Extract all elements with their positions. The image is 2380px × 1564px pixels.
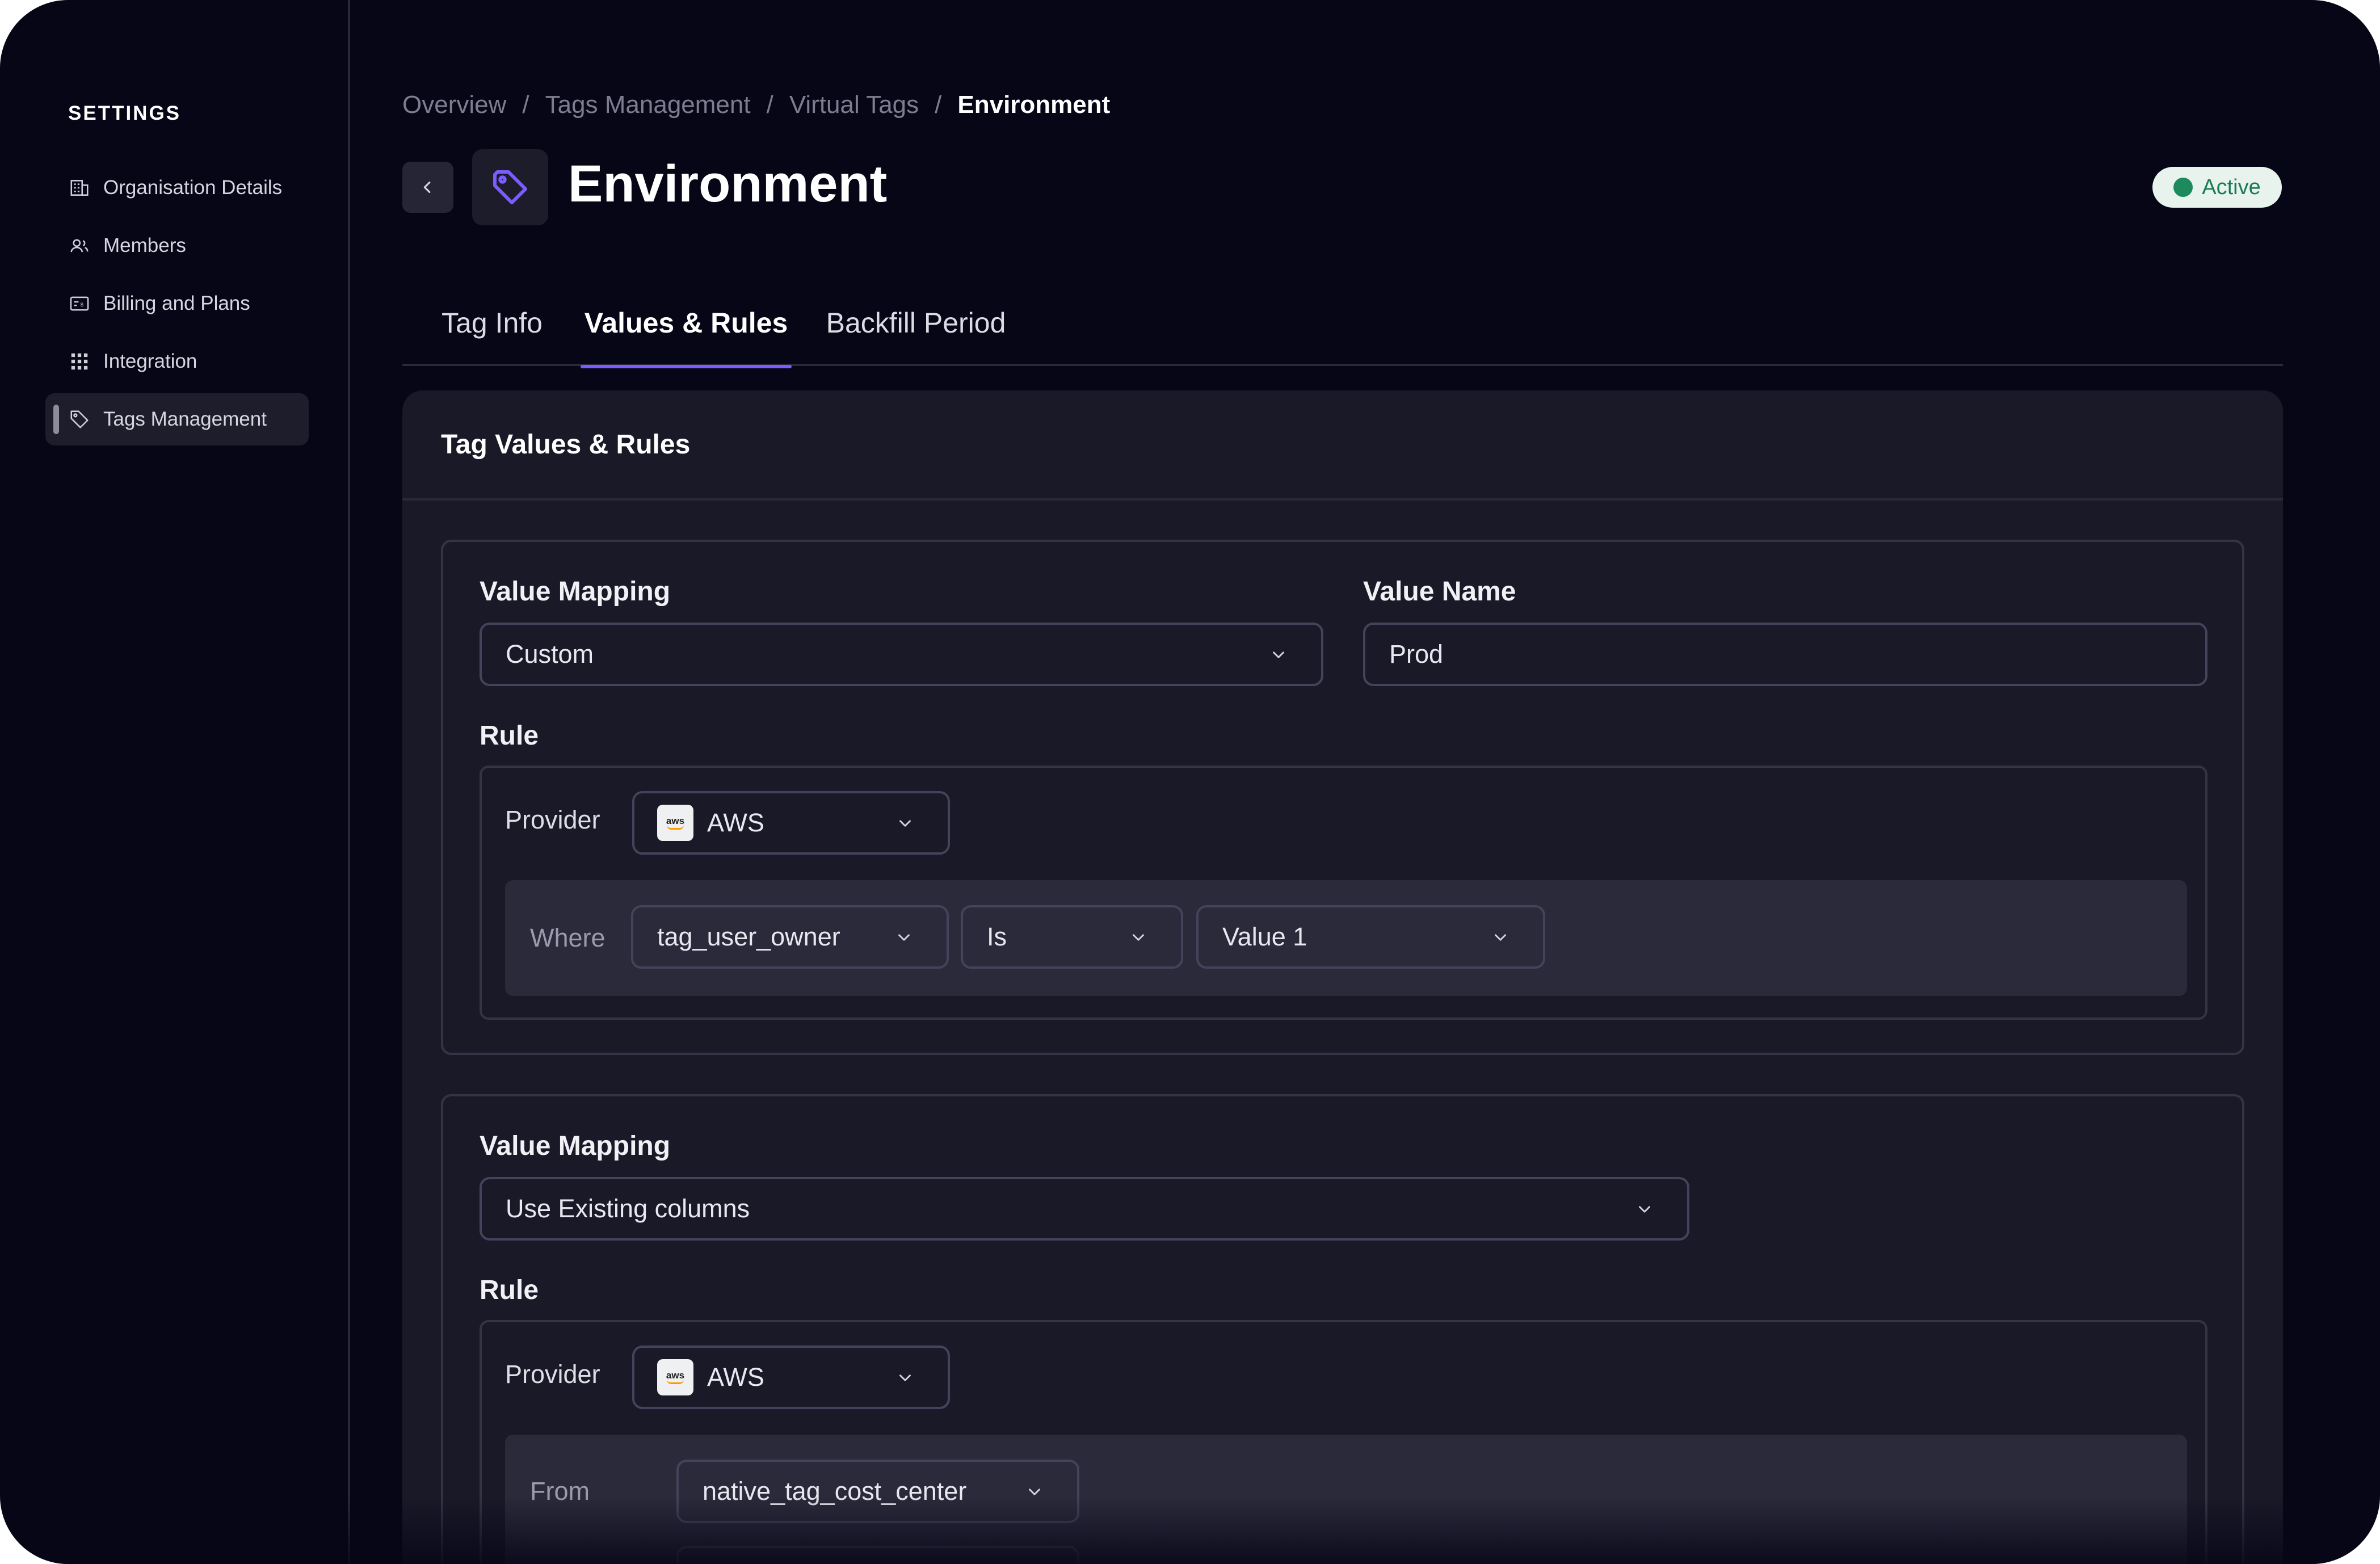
breadcrumb-separator: /: [522, 91, 529, 119]
sidebar-item-integration[interactable]: Integration: [45, 335, 309, 388]
sidebar-item-label: Organisation Details: [103, 176, 283, 199]
provider-label: Provider: [505, 805, 600, 834]
app-window: SETTINGS Organisation Details Members $ …: [0, 0, 2380, 1564]
provider-label: Provider: [505, 1360, 600, 1389]
sidebar-item-tags-management[interactable]: Tags Management: [45, 393, 309, 445]
tab-tag-info[interactable]: Tag Info: [441, 301, 543, 366]
grid-icon: [68, 350, 91, 373]
building-icon: [68, 176, 91, 199]
chevron-down-icon: [1133, 934, 1144, 941]
card-title: Tag Values & Rules: [441, 430, 691, 460]
tab-backfill-period[interactable]: Backfill Period: [825, 301, 1007, 366]
chevron-down-icon: [899, 820, 911, 827]
breadcrumb-separator: /: [935, 91, 942, 119]
value-mapping-label: Value Mapping: [480, 577, 671, 607]
tab-bar: Tag Info Values & Rules Backfill Period: [402, 301, 2283, 368]
sidebar-item-label: Tags Management: [103, 408, 267, 430]
breadcrumb-tags-management[interactable]: Tags Management: [545, 91, 751, 119]
value-name-input[interactable]: Prod: [1363, 623, 2207, 686]
rule-block: Value Mapping Custom Value Name Prod Rul…: [441, 540, 2244, 1055]
provider-select[interactable]: aws AWS: [632, 1346, 950, 1409]
provider-select[interactable]: aws AWS: [632, 791, 950, 855]
aws-logo-icon: aws: [657, 805, 693, 841]
operator-select[interactable]: Is: [961, 905, 1183, 969]
status-label: Active: [2202, 175, 2261, 199]
svg-text:$: $: [81, 302, 84, 308]
status-dot-icon: [2173, 178, 2193, 197]
users-icon: [68, 234, 91, 257]
sidebar-item-organisation-details[interactable]: Organisation Details: [45, 162, 309, 214]
value-mapping-select[interactable]: Custom: [480, 623, 1323, 686]
tag-icon: [493, 170, 527, 204]
settings-sidebar: SETTINGS Organisation Details Members $ …: [0, 0, 350, 1564]
page-title: Environment: [568, 155, 888, 213]
bottom-fade: [0, 1496, 2380, 1564]
rule-label: Rule: [480, 1275, 539, 1305]
sidebar-item-label: Integration: [103, 350, 197, 372]
provider-value: AWS: [707, 808, 764, 837]
value-mapping-value: Use Existing columns: [506, 1194, 750, 1223]
value-mapping-label: Value Mapping: [480, 1131, 671, 1161]
breadcrumb-separator: /: [766, 91, 773, 119]
chevron-left-icon: [423, 181, 431, 194]
operator-value: Is: [987, 922, 1007, 951]
chevron-down-icon: [1495, 934, 1506, 941]
condition-row: Where tag_user_owner Is Value 1: [505, 880, 2187, 996]
status-badge: Active: [2152, 167, 2282, 208]
breadcrumb-virtual-tags[interactable]: Virtual Tags: [789, 91, 919, 119]
rule-block: Value Mapping Use Existing columns Rule …: [441, 1094, 2244, 1564]
provider-value: AWS: [707, 1363, 764, 1391]
value-mapping-select[interactable]: Use Existing columns: [480, 1177, 1689, 1241]
tag-values-rules-card: Tag Values & Rules Value Mapping Custom …: [402, 390, 2283, 1564]
tag-key-value: tag_user_owner: [657, 922, 840, 951]
where-label: Where: [530, 923, 605, 952]
value-name-label: Value Name: [1363, 577, 1516, 607]
aws-logo-icon: aws: [657, 1359, 693, 1395]
chevron-down-icon: [1273, 651, 1284, 658]
tag-icon: [68, 408, 91, 431]
breadcrumb: Overview / Tags Management / Virtual Tag…: [402, 91, 1110, 119]
chevron-down-icon: [1639, 1206, 1650, 1213]
sidebar-item-label: Billing and Plans: [103, 292, 250, 314]
breadcrumb-overview[interactable]: Overview: [402, 91, 506, 119]
divider: [402, 498, 2283, 501]
value-name-value: Prod: [1389, 640, 1444, 669]
tab-values-rules[interactable]: Values & Rules: [581, 301, 792, 368]
back-button[interactable]: [402, 162, 453, 213]
tag-avatar: [472, 149, 548, 225]
rule-box: Provider aws AWS Where tag_user_owner Is…: [480, 766, 2207, 1020]
breadcrumb-current: Environment: [957, 91, 1111, 119]
sidebar-title: SETTINGS: [68, 102, 182, 124]
sidebar-item-label: Members: [103, 234, 186, 257]
sidebar-item-billing[interactable]: $ Billing and Plans: [45, 278, 309, 330]
sidebar-item-members[interactable]: Members: [45, 220, 309, 272]
chevron-down-icon: [899, 1374, 911, 1381]
tag-value-select[interactable]: Value 1: [1196, 905, 1545, 969]
rule-label: Rule: [480, 721, 539, 751]
chevron-down-icon: [898, 934, 910, 941]
tag-key-select[interactable]: tag_user_owner: [631, 905, 949, 969]
value-mapping-value: Custom: [506, 640, 594, 669]
tag-value-value: Value 1: [1222, 922, 1307, 951]
billing-icon: $: [68, 292, 91, 315]
